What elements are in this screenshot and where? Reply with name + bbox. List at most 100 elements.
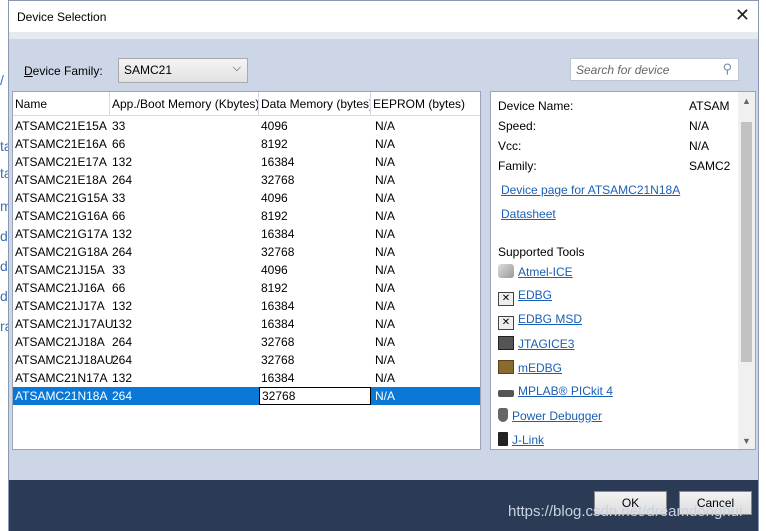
cell-eeprom: N/A [375,245,396,259]
title-bar: Device Selection ✕ [9,1,758,32]
table-row[interactable]: ATSAMC21J17AU 132 16384 N/A [13,315,480,333]
cell-data-memory: 32768 [261,173,295,187]
field-value: ATSAM [689,99,730,113]
jlink-icon [498,432,508,446]
table-row[interactable]: ATSAMC21J16A 66 8192 N/A [13,279,480,297]
footer-strip [9,450,758,480]
medbg-icon [498,360,514,374]
cell-name: ATSAMC21G17A [15,227,109,241]
cell-app-memory: 132 [112,371,133,385]
info-scrollbar[interactable]: ▲ ▼ [738,92,755,449]
field-label: Speed: [498,119,537,133]
cell-data-memory: 32768 [261,353,295,367]
cell-eeprom: N/A [375,119,396,133]
tool-link[interactable]: JTAGICE3 [518,337,574,351]
edbg-icon: ✕ [498,292,514,306]
cell-app-memory: 264 [112,389,133,403]
datasheet-link[interactable]: Datasheet [501,207,556,221]
background-text: d [0,228,8,244]
column-header-eeprom[interactable]: EEPROM (bytes) [371,92,480,116]
tool-link[interactable]: Power Debugger [512,409,602,423]
cell-app-memory: 33 [112,263,126,277]
tool-item[interactable]: ✕ EDBG MSD [498,312,582,330]
cell-eeprom: N/A [375,299,396,313]
device-selection-dialog: Device Selection ✕ Device Family: SAMC21… [8,0,759,531]
tool-link[interactable]: MPLAB® PICkit 4 [518,384,613,398]
table-row[interactable]: ATSAMC21E18A 264 32768 N/A [13,171,480,189]
device-page-link[interactable]: Device page for ATSAMC21N18A [501,183,680,197]
cell-data-memory: 16384 [261,155,295,169]
table-row[interactable]: ATSAMC21G15A 33 4096 N/A [13,189,480,207]
field-label: Device Name: [498,99,574,113]
power-debugger-icon [498,408,508,422]
cell-data-memory: 16384 [261,227,295,241]
cell-data-memory: 32768 [261,335,295,349]
cell-data-memory: 32768 [259,387,371,405]
cell-app-memory: 132 [112,155,133,169]
table-row[interactable]: ATSAMC21N17A 132 16384 N/A [13,369,480,387]
table-row[interactable]: ATSAMC21G16A 66 8192 N/A [13,207,480,225]
table-row[interactable]: ATSAMC21N18A 264 32768 N/A [13,387,480,405]
table-row[interactable]: ATSAMC21G18A 264 32768 N/A [13,243,480,261]
device-family-dropdown[interactable]: SAMC21 ⌵ [118,58,248,83]
cell-app-memory: 264 [112,173,133,187]
cell-app-memory: 132 [112,299,133,313]
tool-item[interactable]: Atmel-ICE [498,264,573,282]
tool-item[interactable]: Power Debugger [498,408,602,426]
cell-eeprom: N/A [375,317,396,331]
pickit-icon [498,390,514,397]
column-header-app-memory[interactable]: App./Boot Memory (Kbytes) [110,92,259,116]
tool-item[interactable]: J-Link [498,432,544,449]
cell-app-memory: 66 [112,281,126,295]
tool-link[interactable]: EDBG [518,288,552,302]
close-icon[interactable]: ✕ [735,5,750,26]
cell-data-memory: 16384 [261,317,295,331]
device-family-label: Device Family: [24,64,103,78]
cell-name: ATSAMC21E16A [15,137,107,151]
search-icon[interactable]: ⚲ [722,61,732,77]
background-text: / [0,72,4,88]
table-row[interactable]: ATSAMC21J15A 33 4096 N/A [13,261,480,279]
field-label: Vcc: [498,139,522,153]
cell-app-memory: 33 [112,191,126,205]
cell-eeprom: N/A [375,389,396,403]
cell-data-memory: 8192 [261,137,288,151]
background-text: d [0,258,8,274]
table-row[interactable]: ATSAMC21E16A 66 8192 N/A [13,135,480,153]
cell-data-memory: 16384 [261,371,295,385]
cell-name: ATSAMC21J15A [15,263,105,277]
tool-item[interactable]: MPLAB® PICkit 4 [498,384,613,402]
search-input[interactable]: Search for device ⚲ [570,58,739,81]
field-label: Family: [498,159,537,173]
background-text: d [0,288,8,304]
cell-eeprom: N/A [375,353,396,367]
tool-link[interactable]: J-Link [512,433,544,447]
tool-link[interactable]: Atmel-ICE [518,265,573,279]
cell-eeprom: N/A [375,335,396,349]
field-value: N/A [689,119,710,133]
scroll-up-icon[interactable]: ▲ [742,96,751,106]
table-row[interactable]: ATSAMC21E17A 132 16384 N/A [13,153,480,171]
scroll-down-icon[interactable]: ▼ [742,436,751,446]
table-row[interactable]: ATSAMC21J17A 132 16384 N/A [13,297,480,315]
field-value: SAMC2 [689,159,731,173]
tool-item[interactable]: JTAGICE3 [498,336,574,354]
cell-name: ATSAMC21G18A [15,245,109,259]
tool-link[interactable]: mEDBG [518,361,562,375]
atmel-ice-icon [498,264,514,278]
column-header-data-memory[interactable]: Data Memory (bytes) [259,92,371,116]
jtagice3-icon [498,336,514,350]
tool-item[interactable]: mEDBG [498,360,562,378]
scroll-thumb[interactable] [741,122,752,362]
column-header-name[interactable]: Name [13,92,110,116]
tool-item[interactable]: ✕ EDBG [498,288,552,306]
table-row[interactable]: ATSAMC21G17A 132 16384 N/A [13,225,480,243]
field-value: N/A [689,139,710,153]
table-row[interactable]: ATSAMC21J18A 264 32768 N/A [13,333,480,351]
device-table[interactable]: Name App./Boot Memory (Kbytes) Data Memo… [12,91,481,450]
table-row[interactable]: ATSAMC21E15A 33 4096 N/A [13,117,480,135]
tool-link[interactable]: EDBG MSD [518,312,582,326]
cell-data-memory: 8192 [261,209,288,223]
watermark: https://blog.csdn.net/dreamdonghui [508,503,743,520]
table-row[interactable]: ATSAMC21J18AU 264 32768 N/A [13,351,480,369]
